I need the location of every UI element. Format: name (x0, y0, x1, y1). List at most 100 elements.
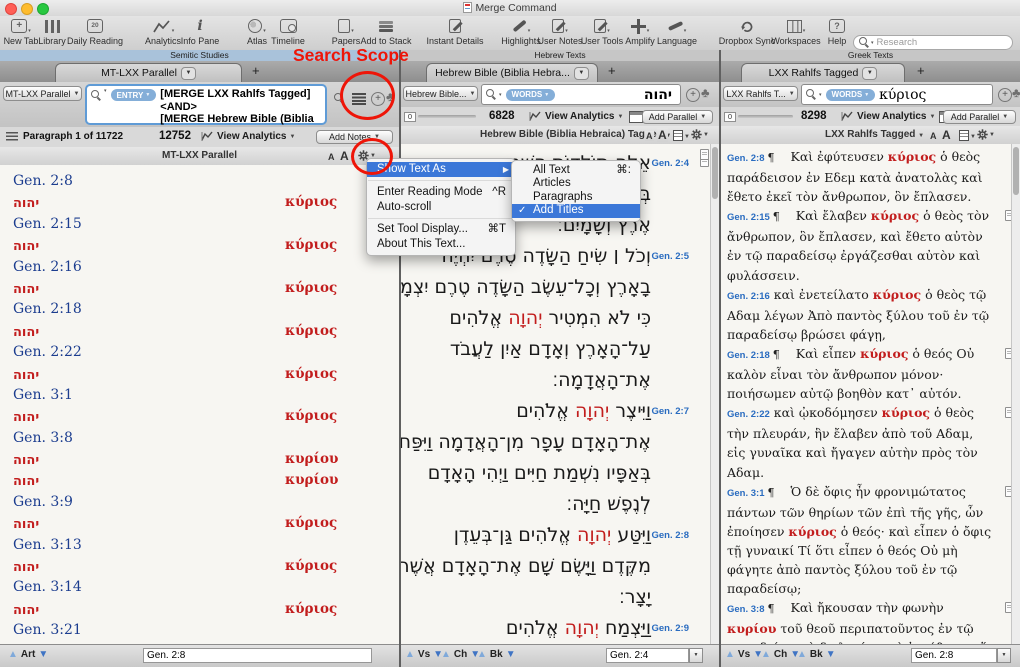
menu-item-paragraphs[interactable]: Paragraphs (512, 191, 640, 204)
text-selector-button[interactable]: Hebrew Bible...▼ (403, 86, 478, 101)
menu-item-all-text[interactable]: All Text⌘: (512, 164, 640, 177)
prev-ch-button[interactable]: ▲ (441, 649, 451, 660)
note-icon[interactable] (700, 149, 709, 160)
view-analytics-button[interactable]: View Analytics▼ (201, 131, 295, 142)
menu-item-about-this-text[interactable]: About This Text... (367, 237, 515, 252)
search-entry-box[interactable]: ▾ WORDS▼ κύριος (801, 84, 993, 105)
menu-item-add-titles[interactable]: ✓Add Titles (512, 204, 640, 217)
search-scope-menu-icon[interactable] (352, 93, 366, 105)
pane-settings-gear-icon[interactable]: ▼ (691, 129, 709, 140)
search-icon[interactable] (806, 89, 817, 100)
next-bk-button[interactable]: ▼ (506, 649, 516, 660)
next-article-button[interactable]: ▼ (38, 649, 48, 660)
paragraph-list-icon[interactable] (6, 132, 18, 142)
menu-item-label: Show Text As (377, 163, 446, 175)
decrease-font-button[interactable]: A (930, 131, 937, 141)
reference-dropdown-button[interactable]: ▼ (689, 648, 703, 663)
add-search-icon[interactable]: + (686, 88, 700, 102)
tab-dropdown-icon[interactable]: ▼ (574, 67, 589, 80)
zoom-slider[interactable] (418, 115, 476, 118)
goto-reference-input[interactable] (143, 648, 372, 663)
new-tab-button[interactable]: + (252, 63, 260, 78)
search-entry-box[interactable]: ▾ WORDS▼ יהוה (481, 84, 681, 105)
amplify-tree-icon[interactable]: ♣ (386, 91, 395, 103)
analytics-icon (201, 131, 214, 142)
pane-settings-gear-icon[interactable]: ▼ (977, 129, 995, 140)
text-selector-button[interactable]: LXX Rahlfs T...▼ (723, 86, 798, 101)
amplify-tree-icon[interactable]: ♣ (1012, 87, 1020, 99)
tab-hebrew-bible[interactable]: Hebrew Bible (Biblia Hebra...▼ (426, 63, 598, 82)
greek-verse: Gen. 2:18¶Καὶ εἶπεν κύριος ὁ θεός Οὐ καλ… (727, 344, 994, 403)
scrollbar[interactable] (710, 144, 719, 645)
prev-ch-button[interactable]: ▲ (761, 649, 771, 660)
add-search-icon[interactable]: + (998, 88, 1012, 102)
search-mode-pill[interactable]: WORDS▼ (826, 89, 876, 101)
goto-reference-input[interactable] (606, 648, 689, 663)
text-display-icon[interactable] (673, 130, 683, 141)
text-display-icon[interactable] (959, 130, 969, 141)
add-notes-button[interactable]: Add Notes▼ (316, 130, 393, 144)
scrollbar-thumb[interactable] (1013, 147, 1019, 195)
decrease-font-button[interactable]: A (328, 152, 335, 162)
prev-bk-button[interactable]: ▲ (797, 649, 807, 660)
open-window-icon[interactable] (629, 111, 643, 123)
scrollbar[interactable] (1011, 144, 1020, 645)
checkmark-icon: ✓ (518, 204, 526, 217)
prev-bk-button[interactable]: ▲ (477, 649, 487, 660)
tab-lxx-rahlfs-tagged[interactable]: LXX Rahlfs Tagged▼ (741, 63, 905, 82)
menu-item-show-text-as[interactable]: Show Text As▶ (367, 162, 515, 177)
menu-item-set-tool-display[interactable]: Set Tool Display...⌘T (367, 222, 515, 237)
lxx-content[interactable]: Gen. 2:8¶Καὶ ἐφύτευσεν κύριος ὁ θεὸς παρ… (721, 144, 1020, 645)
prev-vs-button[interactable]: ▲ (405, 649, 415, 660)
research-search-input[interactable]: ▾Research (853, 35, 1013, 50)
increase-font-button[interactable]: A (340, 149, 349, 163)
menu-item-articles[interactable]: Articles (512, 177, 640, 190)
pane-divider[interactable] (399, 50, 401, 667)
search-scope-magnifier-icon[interactable] (334, 93, 345, 104)
prev-vs-button[interactable]: ▲ (725, 649, 735, 660)
search-icon[interactable] (486, 89, 497, 100)
add-parallel-button[interactable]: Add Parallel▼ (642, 110, 713, 124)
new-tab-button[interactable]: + (608, 63, 616, 78)
search-query[interactable]: κύριος (879, 87, 926, 103)
menu-item-auto-scroll[interactable]: Auto-scroll (367, 200, 515, 215)
menu-item-enter-reading-mode[interactable]: Enter Reading Mode^R (367, 185, 515, 200)
increase-font-button[interactable]: A (657, 128, 668, 142)
parallel-row: יהוהκύριος (13, 556, 399, 577)
new-tab-button[interactable]: + (917, 63, 925, 78)
search-query[interactable]: יהוה (644, 87, 672, 103)
tab-dropdown-icon[interactable]: ▼ (862, 67, 877, 80)
toolbar-item-label: Language (657, 36, 697, 46)
hebrew-hit-word: יהוה (13, 603, 39, 618)
tab-dropdown-icon[interactable]: ▼ (181, 67, 196, 80)
parallel-row: יהוהκύριος (13, 278, 399, 299)
zoom-level[interactable]: 0 (724, 112, 736, 122)
add-search-icon[interactable]: + (371, 92, 385, 106)
nav-ch: ▲Ch▼ (761, 649, 800, 660)
next-bk-button[interactable]: ▼ (826, 649, 836, 660)
zoom-slider[interactable] (738, 115, 793, 118)
reference-dropdown-button[interactable]: ▼ (997, 648, 1011, 663)
verse-ref: Gen. 2:4 (652, 148, 690, 179)
search-mode-pill[interactable]: ENTRY▼ (111, 89, 157, 101)
text-selector-button[interactable]: MT-LXX Parallel▼ (3, 86, 82, 101)
search-icon[interactable] (91, 90, 102, 101)
view-analytics-button[interactable]: View Analytics▼ (841, 111, 935, 122)
goto-reference-input[interactable] (911, 648, 997, 663)
amplify-tree-icon[interactable]: ♣ (701, 87, 710, 99)
mt-lxx-content[interactable]: Gen. 2:8יהוהκύριοςGen. 2:15יהוהκύριοςGen… (0, 165, 399, 645)
menu-shortcut: ⌘: (616, 164, 631, 177)
pilcrow: ¶ (773, 210, 780, 223)
search-mode-pill[interactable]: WORDS▼ (506, 89, 556, 101)
pane-divider[interactable] (719, 50, 721, 667)
prev-article-button[interactable]: ▲ (8, 649, 18, 660)
add-parallel-button[interactable]: Add Parallel▼ (943, 110, 1016, 124)
view-analytics-button[interactable]: View Analytics▼ (529, 111, 623, 122)
search-entry-box[interactable]: ▾ ENTRY▼ [MERGE LXX Rahlfs Tagged] <AND>… (85, 84, 327, 125)
zoom-level[interactable]: 0 (404, 112, 416, 122)
increase-font-button[interactable]: A (942, 128, 951, 142)
scrollbar-thumb[interactable] (712, 147, 718, 199)
decrease-font-button[interactable]: A (645, 131, 654, 141)
tab-mt-lxx-parallel[interactable]: MT-LXX Parallel▼ (55, 63, 242, 82)
content-header-title[interactable]: Hebrew Bible (Biblia Hebraica) Tagged ▼ (401, 126, 719, 145)
